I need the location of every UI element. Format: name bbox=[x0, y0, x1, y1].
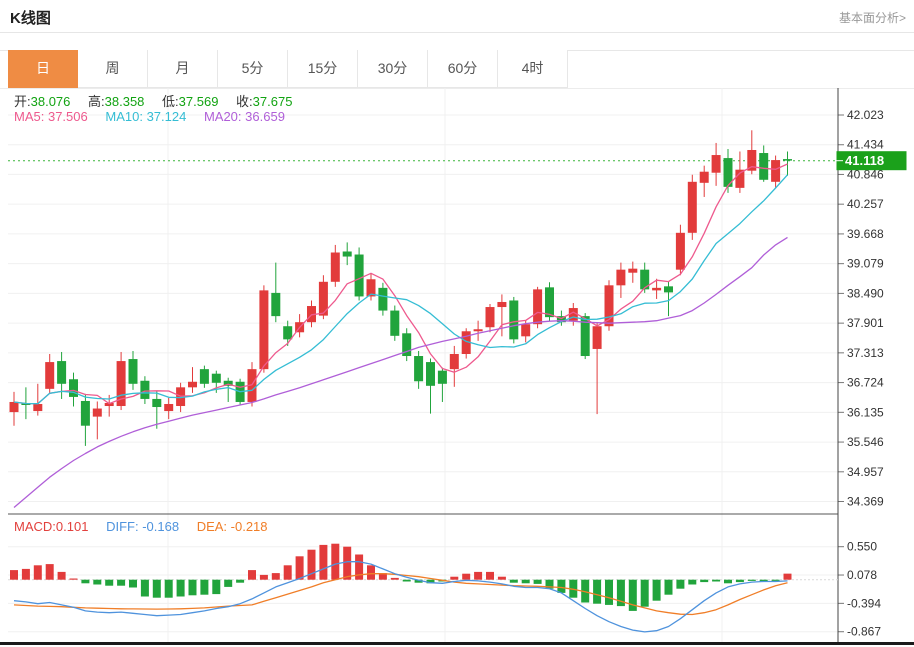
svg-text:35.546: 35.546 bbox=[847, 435, 884, 449]
ma5-value: 37.506 bbox=[48, 109, 88, 124]
ma10-label: MA10: bbox=[105, 109, 143, 124]
ma5-label: MA5: bbox=[14, 109, 44, 124]
low-label: 低: bbox=[162, 94, 179, 109]
svg-text:0.550: 0.550 bbox=[847, 540, 877, 554]
macd-value: 0.101 bbox=[56, 519, 89, 534]
ohlc-legend: 开:38.076 高:38.358 低:37.569 收:37.675 bbox=[14, 91, 306, 110]
tab-30min[interactable]: 30分 bbox=[358, 50, 428, 88]
macd-axis-ticks: 0.550 0.078 -0.394 -0.867 bbox=[838, 540, 881, 639]
svg-text:34.957: 34.957 bbox=[847, 465, 884, 479]
svg-text:42.023: 42.023 bbox=[847, 108, 884, 122]
diff-line bbox=[14, 562, 788, 632]
svg-text:36.724: 36.724 bbox=[847, 376, 884, 390]
svg-text:40.257: 40.257 bbox=[847, 197, 884, 211]
macd-legend: MACD:0.101 DIFF: -0.168 DEA: -0.218 bbox=[14, 519, 282, 534]
high-label: 高: bbox=[88, 94, 105, 109]
open-value: 38.076 bbox=[31, 94, 71, 109]
close-value: 37.675 bbox=[253, 94, 293, 109]
high-value: 38.358 bbox=[105, 94, 145, 109]
svg-text:39.079: 39.079 bbox=[847, 257, 884, 271]
kline-widget: K线图 基本面分析> 日 周 月 5分 15分 30分 60分 4时 42.02… bbox=[0, 0, 914, 647]
diff-value: -0.168 bbox=[142, 519, 179, 534]
diff-label: DIFF: bbox=[106, 519, 139, 534]
tab-day[interactable]: 日 bbox=[8, 50, 78, 88]
svg-text:38.490: 38.490 bbox=[847, 286, 884, 300]
ma-legend: MA5: 37.506 MA10: 37.124 MA20: 36.659 bbox=[14, 109, 299, 124]
open-label: 开: bbox=[14, 94, 31, 109]
close-label: 收: bbox=[236, 94, 253, 109]
ma20-value: 36.659 bbox=[245, 109, 285, 124]
dea-value: -0.218 bbox=[231, 519, 268, 534]
svg-text:37.901: 37.901 bbox=[847, 316, 884, 330]
tab-15min[interactable]: 15分 bbox=[288, 50, 358, 88]
svg-text:41.118: 41.118 bbox=[845, 153, 884, 168]
svg-text:41.434: 41.434 bbox=[847, 138, 884, 152]
low-value: 37.569 bbox=[179, 94, 219, 109]
ma10-value: 37.124 bbox=[147, 109, 187, 124]
svg-text:36.135: 36.135 bbox=[847, 405, 884, 419]
svg-text:39.668: 39.668 bbox=[847, 227, 884, 241]
candles-group bbox=[10, 130, 793, 446]
tab-5min[interactable]: 5分 bbox=[218, 50, 288, 88]
interval-tabbar: 日 周 月 5分 15分 30分 60分 4时 bbox=[8, 50, 568, 88]
svg-text:37.313: 37.313 bbox=[847, 346, 884, 360]
svg-text:-0.867: -0.867 bbox=[847, 625, 881, 639]
tab-week[interactable]: 周 bbox=[78, 50, 148, 88]
ma20-label: MA20: bbox=[204, 109, 242, 124]
tab-60min[interactable]: 60分 bbox=[428, 50, 498, 88]
svg-text:-0.394: -0.394 bbox=[847, 596, 881, 610]
macd-label: MACD: bbox=[14, 519, 56, 534]
tab-4hour[interactable]: 4时 bbox=[498, 50, 568, 88]
current-price-tag: 41.118 bbox=[837, 151, 907, 170]
svg-text:34.369: 34.369 bbox=[847, 495, 884, 509]
svg-text:0.078: 0.078 bbox=[847, 568, 877, 582]
tab-month[interactable]: 月 bbox=[148, 50, 218, 88]
dea-label: DEA: bbox=[197, 519, 227, 534]
